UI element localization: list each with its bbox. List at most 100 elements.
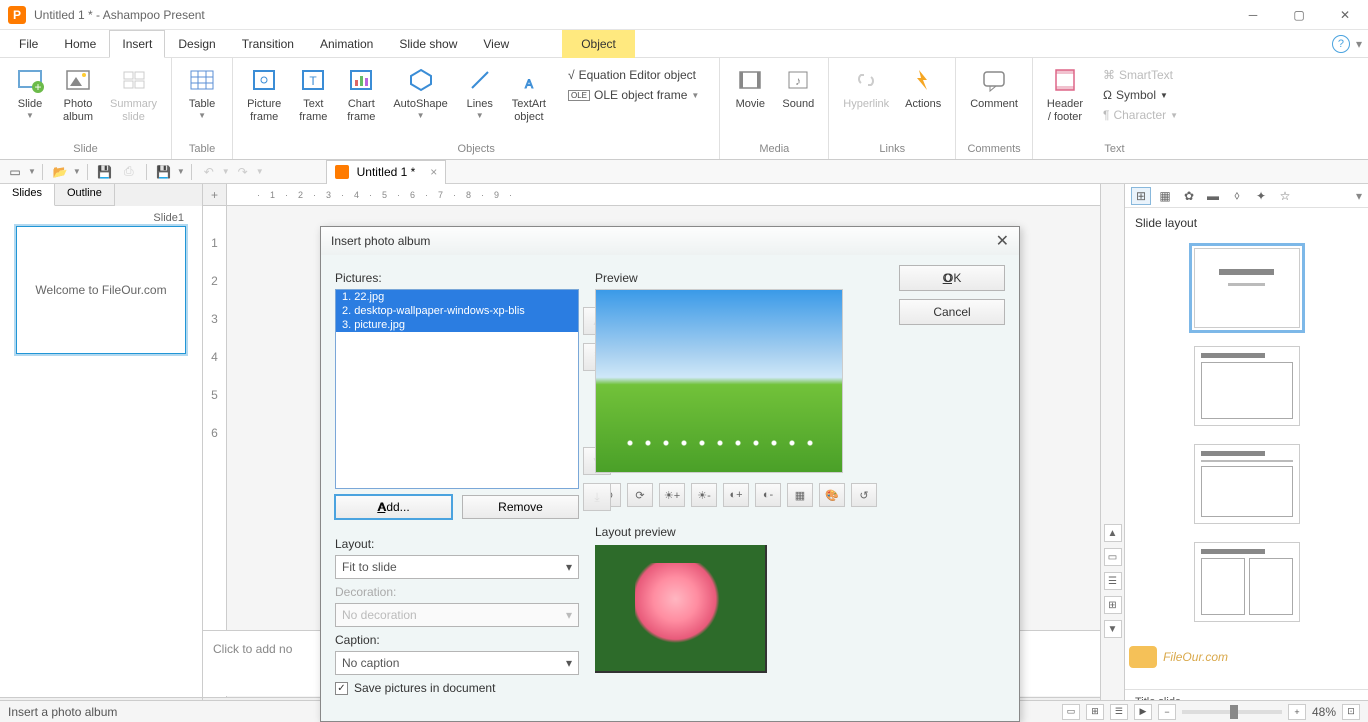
dialog-close-icon[interactable]: ✕	[996, 231, 1009, 251]
rp-tab-4-icon[interactable]: ▬	[1203, 187, 1223, 205]
rotate-right-icon[interactable]: ⟳	[627, 483, 653, 507]
menu-design[interactable]: Design	[165, 30, 228, 58]
lines-button[interactable]: Lines▼	[458, 62, 502, 126]
chart-frame-button[interactable]: Chart frame	[339, 62, 383, 126]
picture-frame-button[interactable]: Picture frame	[241, 62, 287, 126]
menu-insert[interactable]: Insert	[109, 30, 165, 58]
zoom-fit-icon[interactable]: ⊡	[1342, 704, 1360, 720]
list-item[interactable]: 2. desktop-wallpaper-windows-xp-blis	[336, 304, 578, 318]
close-tab-icon[interactable]: ×	[430, 165, 437, 179]
rp-dropdown-icon[interactable]: ▾	[1356, 189, 1362, 203]
qat-save-icon[interactable]: 💾	[94, 162, 116, 182]
header-footer-button[interactable]: Header / footer	[1041, 62, 1089, 128]
ok-button[interactable]: OOK	[899, 265, 1005, 291]
brightness-up-icon[interactable]: ☀+	[659, 483, 685, 507]
zoom-out-button[interactable]: −	[1158, 704, 1176, 720]
strip-up-icon[interactable]: ▲	[1104, 524, 1122, 542]
layout-option-1[interactable]	[1194, 248, 1300, 328]
tab-slides[interactable]: Slides	[0, 184, 55, 206]
strip-btn2[interactable]: ☰	[1104, 572, 1122, 590]
rp-tab-6-icon[interactable]: ✦	[1251, 187, 1271, 205]
strip-btn1[interactable]: ▭	[1104, 548, 1122, 566]
text-frame-button[interactable]: TText frame	[291, 62, 335, 126]
qat-open-icon[interactable]: 📂	[49, 162, 71, 182]
list-item[interactable]: 1. 22.jpg	[336, 290, 578, 304]
menu-home[interactable]: Home	[51, 30, 109, 58]
help-icon[interactable]: ?	[1332, 35, 1350, 53]
smarttext-icon: ⌘	[1103, 68, 1115, 82]
zoom-slider[interactable]	[1182, 710, 1282, 714]
group-table-title: Table	[189, 141, 215, 157]
view-normal-icon[interactable]: ▭	[1062, 704, 1080, 720]
help-dropdown-icon[interactable]: ▾	[1356, 37, 1362, 51]
strip-btn3[interactable]: ⊞	[1104, 596, 1122, 614]
qat-print-icon[interactable]: ⎙	[118, 162, 140, 182]
slide-button[interactable]: + Slide▼	[8, 62, 52, 126]
view-outline-icon[interactable]: ☰	[1110, 704, 1128, 720]
close-button[interactable]: ✕	[1322, 0, 1368, 30]
qat-save2-icon[interactable]: 💾	[153, 162, 175, 182]
cancel-button[interactable]: Cancel	[899, 299, 1005, 325]
ruler-corner[interactable]: +	[203, 184, 227, 206]
table-button[interactable]: Table▼	[180, 62, 224, 122]
layout-option-3[interactable]	[1194, 444, 1300, 524]
remove-button[interactable]: Remove	[462, 495, 579, 519]
layout-option-4[interactable]	[1194, 542, 1300, 622]
qat-new-icon[interactable]: ▭	[4, 162, 26, 182]
layout-list[interactable]	[1125, 238, 1368, 689]
rp-tab-3-icon[interactable]: ✿	[1179, 187, 1199, 205]
view-sorter-icon[interactable]: ⊞	[1086, 704, 1104, 720]
list-item[interactable]: 3. picture.jpg	[336, 318, 578, 332]
menu-object[interactable]: Object	[562, 30, 635, 58]
group-objects-title: Objects	[458, 141, 495, 157]
menu-transition[interactable]: Transition	[229, 30, 307, 58]
menu-view[interactable]: View	[470, 30, 522, 58]
zoom-value: 48%	[1312, 705, 1336, 719]
contrast-down-icon[interactable]: ◐-	[755, 483, 781, 507]
contrast-up-icon[interactable]: ◐+	[723, 483, 749, 507]
menu-slideshow[interactable]: Slide show	[386, 30, 470, 58]
rp-tab-5-icon[interactable]: ⬨	[1227, 187, 1247, 205]
minimize-button[interactable]: ─	[1230, 0, 1276, 30]
actions-button[interactable]: Actions	[899, 62, 947, 113]
tab-outline[interactable]: Outline	[55, 184, 115, 206]
table-icon	[186, 64, 218, 96]
doc-tab-icon	[335, 165, 349, 179]
movie-button[interactable]: Movie	[728, 62, 772, 113]
document-tab[interactable]: Untitled 1 * ×	[326, 160, 447, 184]
sound-button[interactable]: ♪Sound	[776, 62, 820, 113]
chevron-down-icon: ▾	[566, 560, 572, 574]
qat-undo-icon[interactable]: ↶	[198, 162, 220, 182]
layout-option-2[interactable]	[1194, 346, 1300, 426]
grayscale-icon[interactable]: ▦	[787, 483, 813, 507]
brightness-down-icon[interactable]: ☀-	[691, 483, 717, 507]
strip-down-icon[interactable]: ▼	[1104, 620, 1122, 638]
layout-combo[interactable]: Fit to slide▾	[335, 555, 579, 579]
pictures-listbox[interactable]: 1. 22.jpg 2. desktop-wallpaper-windows-x…	[335, 289, 579, 489]
caption-combo[interactable]: No caption▾	[335, 651, 579, 675]
photo-album-button[interactable]: Photo album	[56, 62, 100, 126]
textart-button[interactable]: ATextArt object	[506, 62, 552, 126]
comment-button[interactable]: Comment	[964, 62, 1024, 113]
move-bottom-button[interactable]: ⤓	[583, 483, 611, 511]
watermark: FileOur.com	[1129, 646, 1228, 668]
autoshape-button[interactable]: AutoShape▼	[387, 62, 453, 126]
menu-animation[interactable]: Animation	[307, 30, 386, 58]
rp-tab-layout-icon[interactable]: ⊞	[1131, 187, 1151, 205]
dialog-titlebar[interactable]: Insert photo album ✕	[321, 227, 1019, 255]
reset-icon[interactable]: ↺	[851, 483, 877, 507]
rp-tab-2-icon[interactable]: ▦	[1155, 187, 1175, 205]
zoom-in-button[interactable]: +	[1288, 704, 1306, 720]
symbol-button[interactable]: ΩSymbol▼	[1097, 86, 1184, 104]
qat-redo-icon[interactable]: ↷	[232, 162, 254, 182]
slide-thumbnail-1[interactable]: Welcome to FileOur.com	[16, 226, 186, 354]
menu-file[interactable]: File	[6, 30, 51, 58]
rp-tab-7-icon[interactable]: ☆	[1275, 187, 1295, 205]
color-icon[interactable]: 🎨	[819, 483, 845, 507]
view-show-icon[interactable]: ▶	[1134, 704, 1152, 720]
save-pictures-checkbox[interactable]: ✓	[335, 682, 348, 695]
maximize-button[interactable]: ▢	[1276, 0, 1322, 30]
ole-frame-button[interactable]: OLEOLE object frame▼	[562, 86, 705, 104]
add-button[interactable]: AAdd...	[335, 495, 452, 519]
equation-editor-button[interactable]: √Equation Editor object	[562, 66, 705, 84]
